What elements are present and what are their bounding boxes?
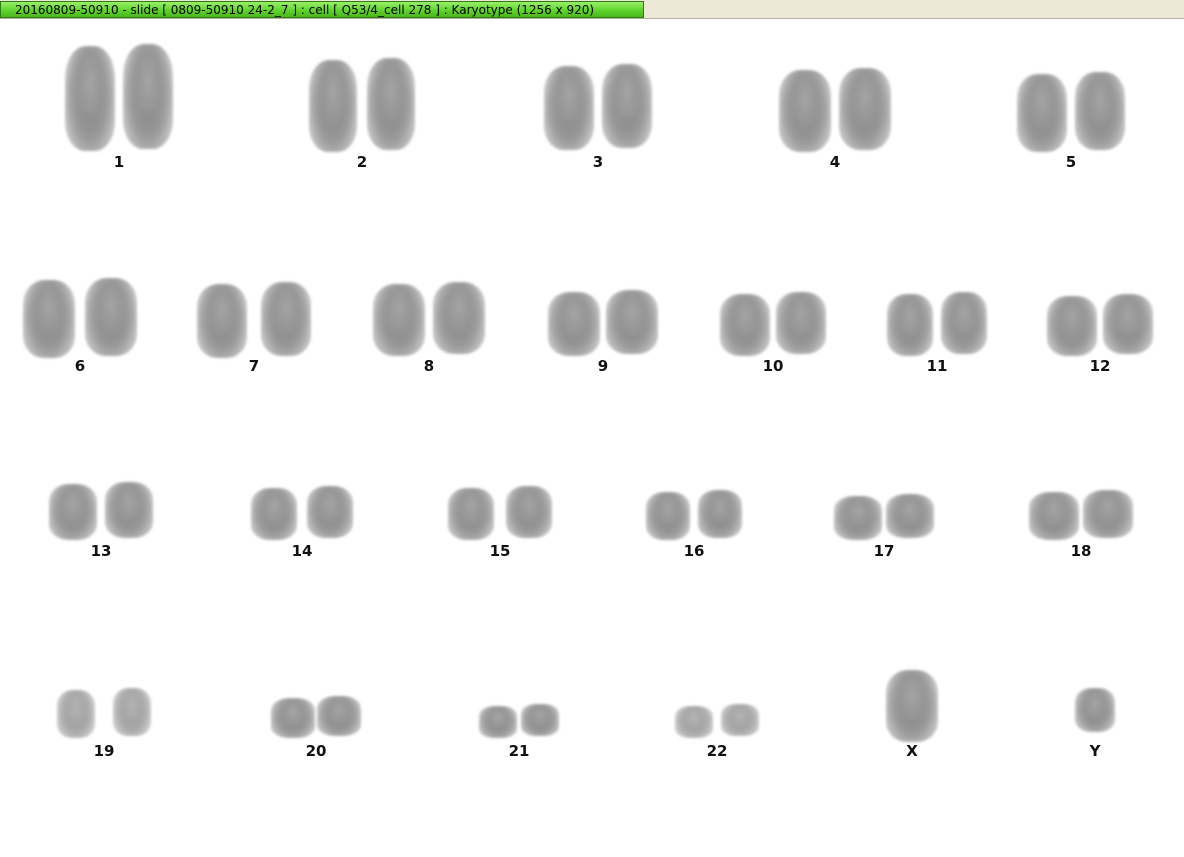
chromosome-pair-y[interactable]: Y <box>1075 686 1115 762</box>
title-bar: 20160809-50910 - slide [ 0809-50910 24-2… <box>0 0 1184 19</box>
chromosome-label: 21 <box>508 742 530 760</box>
chromosome-pair-3[interactable]: 3 <box>544 64 652 173</box>
chromosome-label: 6 <box>74 357 86 375</box>
chromosome-image[interactable] <box>113 688 151 736</box>
chromosome-label: 18 <box>1070 542 1092 560</box>
chromosome-pair-18[interactable]: 18 <box>1029 490 1133 562</box>
chromosome-pair-1[interactable]: 1 <box>65 44 173 173</box>
chromosome-image[interactable] <box>197 284 247 358</box>
chromosome-image[interactable] <box>49 484 97 540</box>
chromosome-pair-11[interactable]: 11 <box>887 292 987 377</box>
chromosome-image[interactable] <box>373 284 425 356</box>
window-title: 20160809-50910 - slide [ 0809-50910 24-2… <box>15 3 595 17</box>
chromosome-image[interactable] <box>1075 688 1115 732</box>
chromosome-image[interactable] <box>433 282 485 354</box>
chromosome-label: X <box>906 742 918 760</box>
chromosome-label: 5 <box>1065 153 1077 171</box>
chromosome-image[interactable] <box>1029 492 1079 540</box>
chromosome-image[interactable] <box>261 282 311 356</box>
chromosome-pair-14[interactable]: 14 <box>251 486 353 562</box>
chromosome-label: 16 <box>683 542 705 560</box>
chromosome-pair-21[interactable]: 21 <box>479 704 559 762</box>
chromosome-label: 19 <box>93 742 115 760</box>
chromosome-image[interactable] <box>521 704 559 736</box>
chromosome-label: 10 <box>762 357 784 375</box>
chromosome-pair-7[interactable]: 7 <box>197 282 311 377</box>
chromosome-image[interactable] <box>367 58 415 150</box>
chromosome-pair-x[interactable]: X <box>886 668 938 762</box>
chromosome-image[interactable] <box>1075 72 1125 150</box>
chromosome-label: 12 <box>1089 357 1111 375</box>
chromosome-pair-10[interactable]: 10 <box>720 292 826 377</box>
chromosome-image[interactable] <box>105 482 153 538</box>
chromosome-image[interactable] <box>1103 294 1153 354</box>
chromosome-pair-2[interactable]: 2 <box>309 58 415 173</box>
chromosome-label: 15 <box>489 542 511 560</box>
chromosome-image[interactable] <box>886 494 934 538</box>
chromosome-image[interactable] <box>309 60 357 152</box>
chromosome-image[interactable] <box>479 706 517 738</box>
chromosome-pair-20[interactable]: 20 <box>271 696 361 762</box>
chromosome-image[interactable] <box>839 68 891 150</box>
chromosome-image[interactable] <box>646 492 690 540</box>
chromosome-image[interactable] <box>123 44 173 149</box>
chromosome-image[interactable] <box>65 46 115 151</box>
chromosome-image[interactable] <box>602 64 652 148</box>
chromosome-label: 22 <box>706 742 728 760</box>
chromosome-pair-8[interactable]: 8 <box>373 282 485 377</box>
chromosome-image[interactable] <box>1047 296 1097 356</box>
chromosome-image[interactable] <box>506 486 552 538</box>
chromosome-image[interactable] <box>317 696 361 736</box>
chromosome-pair-17[interactable]: 17 <box>834 494 934 562</box>
chromosome-image[interactable] <box>251 488 297 540</box>
chromosome-label: 7 <box>248 357 260 375</box>
chromosome-pair-4[interactable]: 4 <box>779 68 891 173</box>
chromosome-image[interactable] <box>23 280 75 358</box>
chromosome-image[interactable] <box>776 292 826 354</box>
chromosome-pair-19[interactable]: 19 <box>57 688 151 762</box>
chromosome-label: 17 <box>873 542 895 560</box>
chromosome-pair-16[interactable]: 16 <box>646 490 742 562</box>
chromosome-label: 9 <box>597 357 609 375</box>
chromosome-image[interactable] <box>698 490 742 538</box>
chromosome-pair-5[interactable]: 5 <box>1017 72 1125 173</box>
chromosome-image[interactable] <box>606 290 658 354</box>
chromosome-image[interactable] <box>675 706 713 738</box>
chromosome-image[interactable] <box>886 670 938 742</box>
window-title-tab[interactable]: 20160809-50910 - slide [ 0809-50910 24-2… <box>0 1 644 18</box>
chromosome-image[interactable] <box>448 488 494 540</box>
chromosome-pair-15[interactable]: 15 <box>448 486 552 562</box>
chromosome-image[interactable] <box>271 698 315 738</box>
chromosome-image[interactable] <box>1017 74 1067 152</box>
chromosome-label: 8 <box>423 357 435 375</box>
chromosome-image[interactable] <box>85 278 137 356</box>
chromosome-image[interactable] <box>57 690 95 738</box>
chromosome-pair-12[interactable]: 12 <box>1047 294 1153 377</box>
chromosome-image[interactable] <box>721 704 759 736</box>
chromosome-pair-13[interactable]: 13 <box>49 482 153 562</box>
chromosome-label: 20 <box>305 742 327 760</box>
karyotype-canvas: 1 2 3 4 5 6 7 8 9 10 11 12 13 14 15 16 17 18 19 20 21 22 X Y <box>0 20 1184 857</box>
chromosome-image[interactable] <box>720 294 770 356</box>
chromosome-label: 1 <box>113 153 125 171</box>
chromosome-label: 14 <box>291 542 313 560</box>
chromosome-image[interactable] <box>1083 490 1133 538</box>
chromosome-image[interactable] <box>887 294 933 356</box>
chromosome-label: Y <box>1089 742 1101 760</box>
chromosome-label: 2 <box>356 153 368 171</box>
chromosome-pair-6[interactable]: 6 <box>23 278 137 377</box>
chromosome-label: 3 <box>592 153 604 171</box>
chromosome-image[interactable] <box>307 486 353 538</box>
chromosome-image[interactable] <box>779 70 831 152</box>
chromosome-pair-9[interactable]: 9 <box>548 290 658 377</box>
chromosome-label: 13 <box>90 542 112 560</box>
chromosome-pair-22[interactable]: 22 <box>675 704 759 762</box>
chromosome-image[interactable] <box>544 66 594 150</box>
chromosome-label: 4 <box>829 153 841 171</box>
chromosome-image[interactable] <box>941 292 987 354</box>
chromosome-image[interactable] <box>548 292 600 356</box>
chromosome-label: 11 <box>926 357 948 375</box>
chromosome-image[interactable] <box>834 496 882 540</box>
